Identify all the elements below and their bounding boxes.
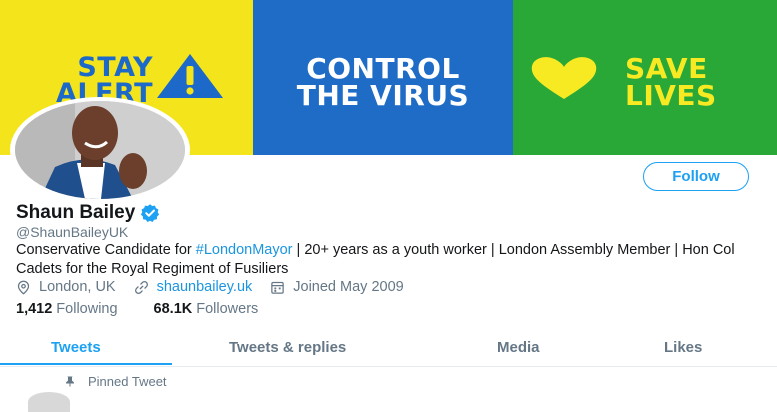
location-pin-icon bbox=[17, 280, 30, 295]
website-link[interactable]: shaunbailey.uk bbox=[157, 279, 253, 295]
save-lives-text: SAVE LIVES bbox=[625, 52, 717, 113]
save-text: SAVE bbox=[625, 52, 708, 85]
following-count: 1,412 bbox=[16, 301, 53, 317]
profile-website[interactable]: shaunbailey.uk bbox=[134, 279, 253, 295]
link-icon bbox=[134, 280, 148, 294]
location-text: London, UK bbox=[39, 279, 116, 295]
the-virus-text: THE VIRUS bbox=[296, 79, 470, 113]
heart-icon bbox=[531, 57, 597, 99]
profile-stats: 1,412 Following 68.1K Followers bbox=[16, 301, 294, 317]
banner-panel-save-lives: SAVE LIVES bbox=[513, 0, 777, 155]
lives-text: LIVES bbox=[625, 79, 717, 113]
followers-label: Followers bbox=[196, 301, 259, 317]
verified-badge-icon bbox=[141, 204, 160, 222]
profile-avatar[interactable] bbox=[10, 97, 190, 203]
follow-button[interactable]: Follow bbox=[643, 162, 749, 191]
pin-icon bbox=[66, 376, 74, 387]
bio-hashtag-link[interactable]: #LondonMayor bbox=[196, 242, 293, 258]
following-stat[interactable]: 1,412 Following bbox=[16, 301, 118, 317]
warning-triangle-icon bbox=[157, 54, 223, 98]
pinned-tweet-header: Pinned Tweet bbox=[64, 374, 167, 389]
avatar-photo bbox=[15, 101, 185, 199]
profile-bio: Conservative Candidate for #LondonMayor … bbox=[16, 241, 766, 279]
profile-meta-row: London, UK shaunbailey.uk Joined May 200… bbox=[16, 279, 422, 295]
tab-tweets[interactable]: Tweets bbox=[51, 339, 101, 356]
profile-joined: Joined May 2009 bbox=[270, 279, 404, 295]
followers-count: 68.1K bbox=[153, 301, 193, 317]
bio-text-start: Conservative Candidate for bbox=[16, 242, 196, 258]
active-tab-indicator bbox=[0, 363, 172, 365]
profile-handle: @ShaunBaileyUK bbox=[16, 224, 129, 240]
followers-stat[interactable]: 68.1K Followers bbox=[154, 301, 259, 317]
tab-media[interactable]: Media bbox=[497, 339, 540, 356]
tab-likes[interactable]: Likes bbox=[664, 339, 702, 356]
profile-location: London, UK bbox=[16, 279, 116, 295]
tab-tweets-and-replies[interactable]: Tweets & replies bbox=[229, 339, 346, 356]
tweet-avatar[interactable] bbox=[28, 392, 70, 412]
control-virus-text: CONTROL THE VIRUS bbox=[253, 52, 513, 113]
control-text: CONTROL bbox=[306, 52, 460, 85]
profile-name-row: Shaun Bailey bbox=[16, 202, 160, 224]
banner-panel-control-virus: CONTROL THE VIRUS bbox=[253, 0, 513, 155]
profile-tabs: Tweets Tweets & replies Media Likes bbox=[0, 330, 777, 367]
profile-name: Shaun Bailey bbox=[16, 202, 136, 223]
avatar-portrait-image bbox=[15, 101, 185, 199]
joined-text: Joined May 2009 bbox=[293, 279, 404, 295]
pinned-tweet-label: Pinned Tweet bbox=[88, 374, 167, 389]
following-label: Following bbox=[56, 301, 118, 317]
calendar-icon bbox=[271, 281, 285, 294]
